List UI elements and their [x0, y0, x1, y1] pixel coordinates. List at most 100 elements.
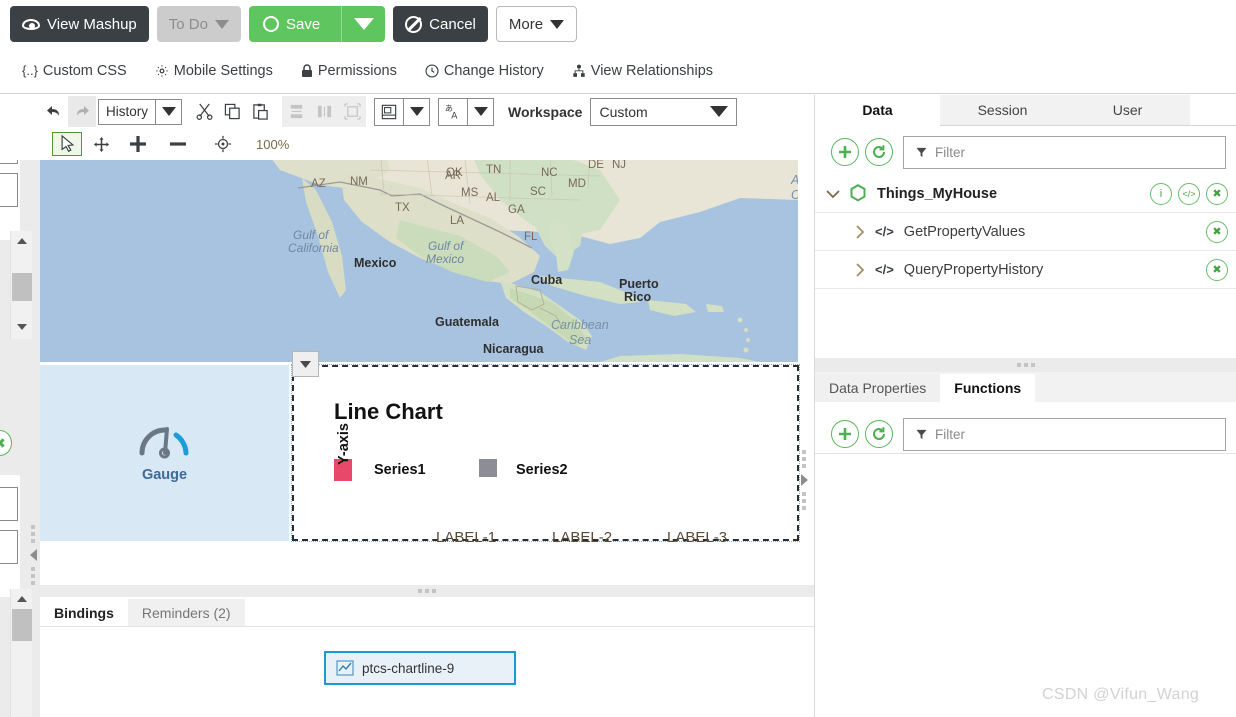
- zoom-in-button[interactable]: [120, 132, 156, 156]
- todo-label: To Do: [169, 16, 208, 33]
- nav-item-view-relationships[interactable]: View Relationships: [572, 63, 713, 79]
- left-panel-field-2[interactable]: [0, 173, 18, 207]
- tree-row-service-getpropertyvalues[interactable]: </> GetPropertyValues ✖: [815, 213, 1236, 251]
- tab-data-properties[interactable]: Data Properties: [815, 374, 940, 402]
- fit-to-frame-icon[interactable]: [338, 98, 366, 126]
- collapse-right-icon[interactable]: [801, 474, 808, 486]
- chevron-down-icon: [354, 18, 374, 30]
- cut-button[interactable]: [190, 98, 218, 126]
- map-widget[interactable]: AZNMOKARTNNCDENJMDTXMSALSCGALAFLGulf ofC…: [40, 160, 798, 362]
- tab-data[interactable]: Data: [815, 95, 940, 126]
- mashup-canvas[interactable]: AZNMOKARTNNCDENJMDTXMSALSCGALAFLGulf ofC…: [40, 160, 814, 585]
- right-panel-resize-grip[interactable]: [815, 358, 1236, 372]
- left-panel-field-3[interactable]: [0, 487, 18, 521]
- redo-button[interactable]: [68, 96, 96, 127]
- remove-icon[interactable]: ✖: [1206, 221, 1228, 243]
- chevron-down-icon[interactable]: [825, 189, 841, 199]
- select-tool-button[interactable]: [52, 132, 82, 156]
- grip-dot: [1024, 363, 1028, 367]
- scrollbar-thumb[interactable]: [12, 609, 32, 641]
- tab-session[interactable]: Session: [940, 95, 1065, 126]
- view-mashup-button[interactable]: View Mashup: [10, 6, 149, 42]
- left-panel-field-4[interactable]: [0, 530, 18, 564]
- map-label: NC: [541, 167, 558, 179]
- workspace-select[interactable]: Custom: [590, 98, 737, 126]
- language-dropdown[interactable]: あA: [438, 98, 494, 126]
- add-function-button[interactable]: [831, 420, 859, 448]
- refresh-functions-button[interactable]: [865, 420, 893, 448]
- data-filter-input[interactable]: Filter: [903, 136, 1226, 169]
- chevron-down-icon[interactable]: [155, 100, 181, 124]
- cancel-label: Cancel: [429, 16, 476, 33]
- legend-label-series1: Series1: [374, 462, 426, 478]
- functions-filter-input[interactable]: Filter: [903, 418, 1226, 451]
- scrollbar-thumb[interactable]: [12, 273, 32, 301]
- gauge-widget[interactable]: Gauge: [40, 365, 289, 541]
- filter-icon: [916, 147, 927, 158]
- save-dropdown-button[interactable]: [341, 6, 385, 42]
- save-button[interactable]: Save: [249, 6, 334, 42]
- builder-toolbar: History: [0, 95, 814, 128]
- collapse-left-icon[interactable]: [30, 549, 37, 561]
- line-chart-widget[interactable]: Line Chart Series1 Series2 Y-axis LABEL-…: [292, 365, 799, 541]
- reset-zoom-button[interactable]: [206, 132, 240, 156]
- align-tools-group: [282, 96, 366, 127]
- remove-icon[interactable]: ✖: [1206, 183, 1228, 205]
- scroll-down-icon[interactable]: [11, 319, 33, 335]
- bottom-panel-resize-grip[interactable]: [40, 585, 814, 597]
- undo-button[interactable]: [40, 98, 68, 126]
- pan-tool-button[interactable]: [86, 132, 116, 156]
- refresh-data-button[interactable]: [865, 138, 893, 166]
- chart-x-tick-2: LABEL-2: [552, 529, 612, 546]
- grip-dot: [1017, 363, 1021, 367]
- tab-bindings[interactable]: Bindings: [40, 599, 128, 627]
- left-scrollbar-bottom[interactable]: [10, 589, 32, 717]
- binding-chip-ptcs-chartline[interactable]: ptcs-chartline-9: [324, 651, 516, 685]
- add-data-button[interactable]: [831, 138, 859, 166]
- zoom-out-button[interactable]: [160, 132, 196, 156]
- layout-dropdown[interactable]: [374, 98, 430, 126]
- gauge-label: Gauge: [142, 467, 187, 483]
- cancel-button[interactable]: Cancel: [393, 6, 488, 42]
- chevron-right-icon[interactable]: [855, 224, 865, 240]
- tab-label: Data: [862, 102, 892, 118]
- chevron-down-icon[interactable]: [467, 99, 493, 125]
- tab-functions[interactable]: Functions: [940, 374, 1035, 402]
- more-button[interactable]: More: [496, 6, 577, 42]
- copy-button[interactable]: [218, 98, 246, 126]
- grip-dot: [802, 506, 806, 510]
- more-label: More: [509, 16, 543, 33]
- tree-item-label: GetPropertyValues: [904, 224, 1025, 240]
- nav-item-mobile-settings[interactable]: Mobile Settings: [155, 63, 273, 79]
- tab-user[interactable]: User: [1065, 95, 1190, 126]
- left-scrollbar-top[interactable]: [10, 231, 32, 339]
- widget-menu-button[interactable]: [292, 351, 319, 377]
- mashup-builder-app: View Mashup To Do Save Cancel More {.: [0, 0, 1236, 717]
- tab-reminders[interactable]: Reminders (2): [128, 599, 245, 627]
- nav-label: Permissions: [318, 63, 397, 79]
- tree-row-entity[interactable]: Things_MyHouse i </> ✖: [815, 175, 1236, 213]
- scroll-up-icon[interactable]: [11, 233, 33, 249]
- left-panel-action-icon[interactable]: ✖: [0, 430, 12, 456]
- map-label: DE: [588, 160, 604, 171]
- history-dropdown[interactable]: History: [98, 99, 182, 125]
- map-label: MD: [568, 178, 586, 190]
- code-icon[interactable]: </>: [1178, 183, 1200, 205]
- paste-button[interactable]: [246, 98, 274, 126]
- chevron-down-icon[interactable]: [403, 99, 429, 125]
- nav-item-custom-css[interactable]: {..} Custom CSS: [22, 63, 127, 79]
- todo-button[interactable]: To Do: [157, 6, 241, 42]
- chevron-right-icon[interactable]: [855, 262, 865, 278]
- align-horizontal-icon[interactable]: [282, 98, 310, 126]
- info-icon[interactable]: i: [1150, 183, 1172, 205]
- save-button-group[interactable]: Save: [249, 6, 385, 42]
- nav-item-change-history[interactable]: Change History: [425, 63, 544, 79]
- nav-item-permissions[interactable]: Permissions: [301, 63, 397, 79]
- align-vertical-icon[interactable]: [310, 98, 338, 126]
- left-rail: ✖: [0, 95, 40, 717]
- tab-label: User: [1113, 102, 1143, 118]
- remove-icon[interactable]: ✖: [1206, 259, 1228, 281]
- left-panel-collapse-handle[interactable]: [26, 515, 40, 595]
- tree-row-service-querypropertyhistory[interactable]: </> QueryPropertyHistory ✖: [815, 251, 1236, 289]
- right-panel-collapse-handle[interactable]: [797, 440, 811, 520]
